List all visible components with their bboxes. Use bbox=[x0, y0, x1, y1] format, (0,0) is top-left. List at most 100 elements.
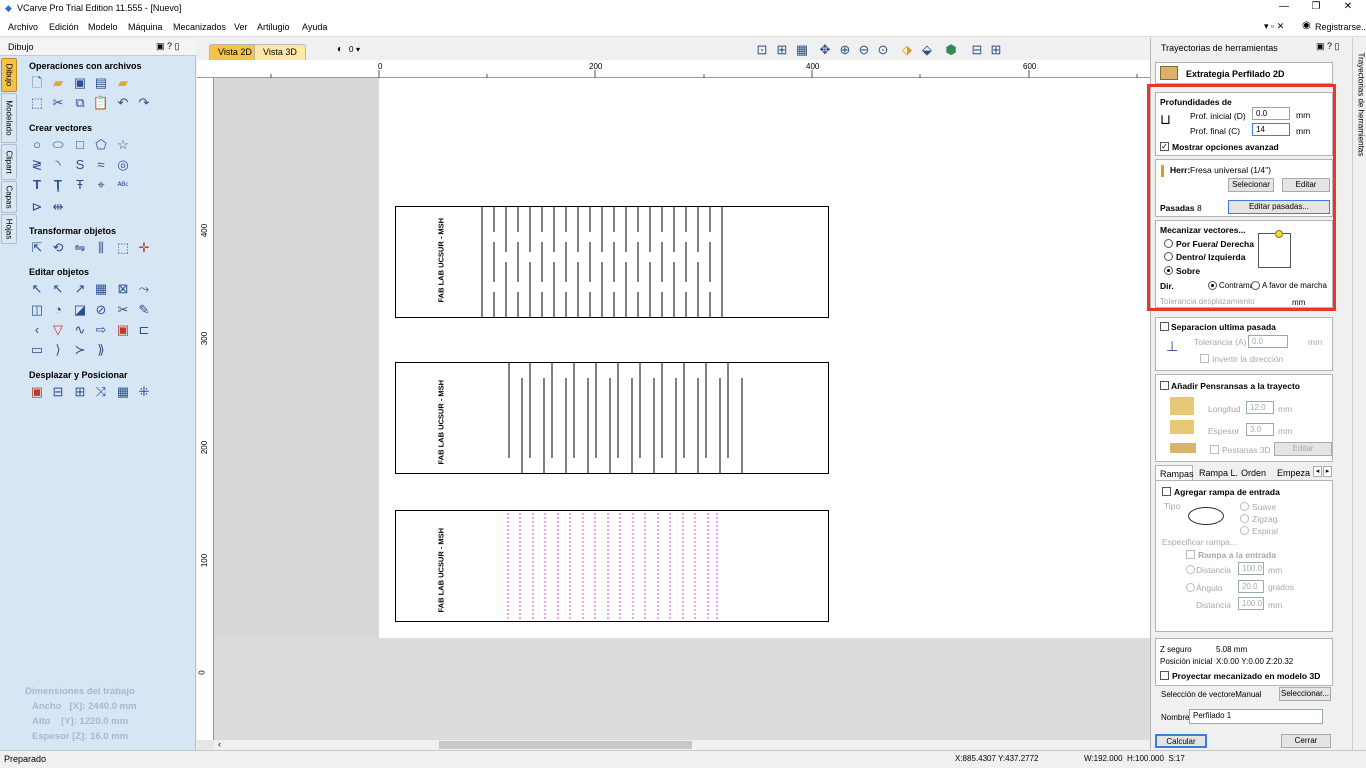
align-icon[interactable]: ⫼ bbox=[93, 240, 109, 256]
snap-icon[interactable]: ⬗ bbox=[899, 42, 915, 58]
part-3[interactable]: FAB LAB UCSUR - MSH bbox=[395, 510, 829, 622]
rectangle-icon[interactable]: □ bbox=[72, 137, 88, 153]
arc-icon[interactable]: ◝ bbox=[50, 157, 66, 173]
outside-radio[interactable] bbox=[1164, 239, 1173, 248]
extend-icon[interactable]: ≻ bbox=[72, 342, 88, 358]
menu-artilugio[interactable]: Artilugio bbox=[257, 22, 290, 32]
curve-icon[interactable]: S bbox=[72, 157, 88, 173]
angle-radio[interactable] bbox=[1186, 583, 1195, 592]
sep-tol-input[interactable]: 0.0 bbox=[1248, 335, 1288, 348]
star-icon[interactable]: ☆ bbox=[115, 137, 131, 153]
chevron-left-icon[interactable]: ‹ bbox=[29, 322, 45, 338]
redo-icon[interactable]: ↷ bbox=[136, 95, 152, 111]
pan-icon[interactable]: ✥ bbox=[817, 42, 833, 58]
join-icon[interactable]: ⤳ bbox=[136, 281, 152, 297]
drawing-canvas[interactable]: FAB LAB UCSUR - MSH FAB LAB UCSUR - MSH … bbox=[214, 78, 1150, 740]
zoom-fit-icon[interactable]: ⊙ bbox=[875, 42, 891, 58]
layer-selector[interactable]: 0 bbox=[349, 45, 353, 54]
tab-orden[interactable]: Orden bbox=[1237, 465, 1270, 478]
smooth-radio[interactable] bbox=[1240, 502, 1249, 511]
polygon-icon[interactable]: ⬠ bbox=[93, 137, 109, 153]
scroll-thumb[interactable] bbox=[439, 741, 692, 749]
paste-icon[interactable]: 📋 bbox=[93, 95, 109, 111]
edit-tool-button[interactable]: Editar bbox=[1282, 178, 1330, 192]
layout-icon[interactable]: ⊟ bbox=[969, 42, 985, 58]
last-pass-checkbox[interactable] bbox=[1160, 322, 1169, 331]
spiral-radio[interactable] bbox=[1240, 526, 1249, 535]
align-page-icon[interactable]: ⊟ bbox=[50, 384, 66, 400]
tab-modelado[interactable]: Modelado bbox=[1, 93, 17, 143]
mirror-icon[interactable]: ⇋ bbox=[72, 240, 88, 256]
end-depth-input[interactable]: 14 bbox=[1252, 123, 1290, 136]
tab-vista-3d[interactable]: Vista 3D bbox=[254, 44, 306, 60]
text-icon[interactable]: T bbox=[29, 177, 45, 193]
circle-icon[interactable]: ○ bbox=[29, 137, 45, 153]
layer-dropdown-icon[interactable]: ▾ bbox=[356, 45, 360, 54]
select-tool-button[interactable]: Selecionar bbox=[1228, 178, 1274, 192]
job-setup-icon[interactable]: ⬚ bbox=[29, 95, 45, 111]
path-icon[interactable]: ⤨ bbox=[93, 384, 109, 400]
dimension-icon[interactable]: ⊳ bbox=[29, 199, 45, 215]
weld-icon[interactable]: ◫ bbox=[29, 302, 45, 318]
tab-capas[interactable]: Capas bbox=[1, 181, 17, 213]
panel-controls[interactable]: ▣ ? ▯ bbox=[156, 41, 179, 52]
advanced-options-checkbox[interactable]: ✓ bbox=[1160, 142, 1169, 151]
add-ramp-checkbox[interactable] bbox=[1162, 487, 1171, 496]
arrow-right-icon[interactable]: ⇨ bbox=[93, 322, 109, 338]
scroll-left-icon[interactable]: ‹ bbox=[218, 739, 221, 749]
transform-icon[interactable]: ⬙ bbox=[919, 42, 935, 58]
dogbone-icon[interactable]: ⊏ bbox=[136, 322, 152, 338]
part-1[interactable]: FAB LAB UCSUR - MSH bbox=[395, 206, 829, 318]
tab-scroll-right-icon[interactable]: ▸ bbox=[1323, 466, 1332, 477]
tabs-3d-checkbox[interactable] bbox=[1210, 445, 1219, 454]
inside-radio[interactable] bbox=[1164, 252, 1173, 261]
toolpath-vertical-tab[interactable]: Trayectorias de herramientas bbox=[1352, 38, 1366, 750]
copy-icon[interactable]: ⧉ bbox=[72, 95, 88, 111]
fillet-icon[interactable]: ✎ bbox=[136, 302, 152, 318]
close-icon[interactable]: ✕ bbox=[1334, 1, 1362, 12]
zigzag-radio[interactable] bbox=[1240, 514, 1249, 523]
user-icon[interactable]: ◉ bbox=[1302, 20, 1311, 31]
open-file-icon[interactable]: ▰ bbox=[50, 75, 66, 91]
tab-clipart[interactable]: Clipart bbox=[1, 144, 17, 180]
intersect-icon[interactable]: ◪ bbox=[72, 302, 88, 318]
position-icon[interactable]: ▣ bbox=[29, 384, 45, 400]
select-vectors-button[interactable]: Seleccionar... bbox=[1279, 687, 1331, 701]
new-file-icon[interactable]: 🗋 bbox=[29, 75, 45, 91]
start-depth-input[interactable]: 0.0 bbox=[1252, 107, 1290, 120]
menu-modelo[interactable]: Modelo bbox=[88, 22, 118, 32]
name-input[interactable]: Perfilado 1 bbox=[1189, 709, 1323, 724]
text-on-curve-icon[interactable]: Ŧ bbox=[72, 177, 88, 193]
nest-icon[interactable]: ▣ bbox=[115, 322, 131, 338]
menu-edicion[interactable]: Edición bbox=[49, 22, 79, 32]
mdi-controls[interactable]: ▾ ▫ ✕ bbox=[1264, 21, 1284, 32]
close-vector-icon[interactable]: ⟫ bbox=[93, 342, 109, 358]
text-arc-icon[interactable]: ᴬᴮᶜ bbox=[115, 177, 131, 193]
polyline-icon[interactable]: ≷ bbox=[29, 157, 45, 173]
on-radio[interactable] bbox=[1164, 266, 1173, 275]
grid-icon[interactable]: ▦ bbox=[794, 42, 810, 58]
edit-passes-button[interactable]: Editar pasadas... bbox=[1228, 200, 1330, 214]
bracket-icon[interactable]: ⟩ bbox=[50, 342, 66, 358]
horizontal-scrollbar[interactable]: ‹ bbox=[214, 739, 1150, 750]
restore-icon[interactable]: ❐ bbox=[1302, 1, 1330, 12]
move-icon[interactable]: ⇱ bbox=[29, 240, 45, 256]
offset-icon[interactable]: ⊘ bbox=[93, 302, 109, 318]
climb-radio[interactable] bbox=[1251, 281, 1260, 290]
zoom-extents-icon[interactable]: ⊡ bbox=[754, 42, 770, 58]
ungroup-icon[interactable]: ⊠ bbox=[115, 281, 131, 297]
add-tabs-checkbox[interactable] bbox=[1160, 381, 1169, 390]
zoom-in-icon[interactable]: ⊕ bbox=[837, 42, 853, 58]
text-transform-icon[interactable]: ⌖ bbox=[93, 177, 109, 193]
menu-archivo[interactable]: Archivo bbox=[8, 22, 38, 32]
subtract-icon[interactable]: ◔ bbox=[50, 302, 66, 318]
layer-icon[interactable]: ◐ bbox=[337, 44, 343, 55]
tab-thickness-input[interactable]: 3.0 bbox=[1246, 423, 1274, 436]
tab-empeza[interactable]: Empeza bbox=[1273, 465, 1314, 478]
circular-array-icon[interactable]: ⁜ bbox=[136, 384, 152, 400]
zoom-box-icon[interactable]: ⊞ bbox=[774, 42, 790, 58]
menu-maquina[interactable]: Máquina bbox=[128, 22, 163, 32]
wave-icon[interactable]: ≈ bbox=[93, 157, 109, 173]
grid-array-icon[interactable]: ▦ bbox=[115, 384, 131, 400]
ellipse-icon[interactable]: ⬭ bbox=[50, 137, 66, 153]
